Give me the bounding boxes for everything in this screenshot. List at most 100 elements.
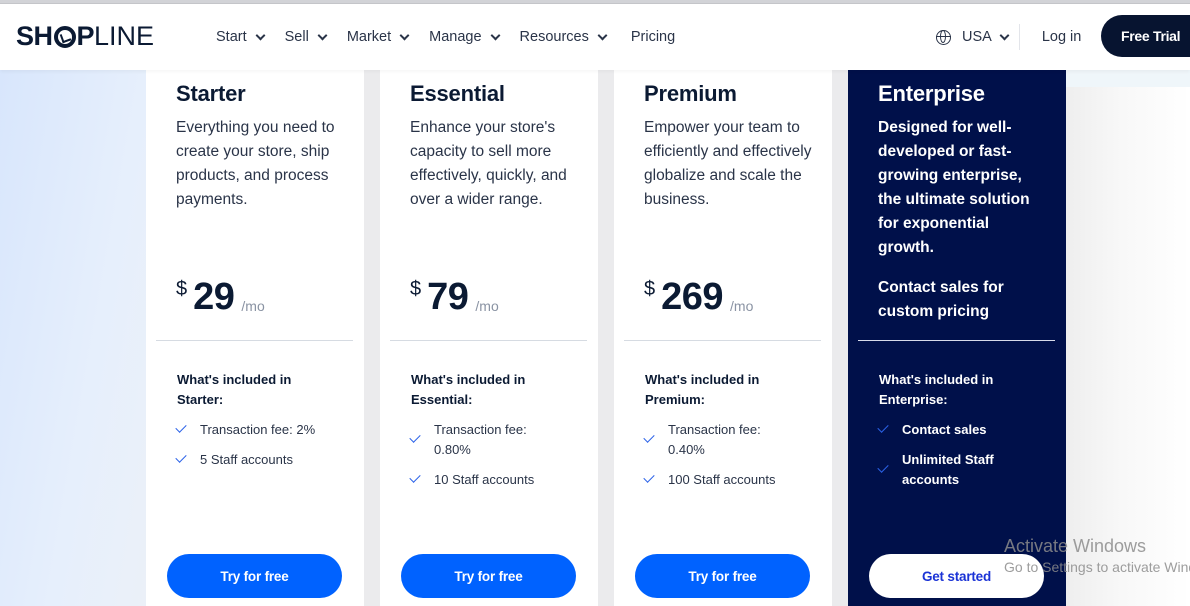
price-period: /mo [730, 298, 754, 314]
plan-description: Empower your team to efficiently and eff… [644, 119, 812, 208]
card-gap [598, 70, 614, 606]
card-gap [832, 70, 848, 606]
shopline-logo[interactable]: SH P LINE [16, 21, 154, 52]
free-trial-button[interactable]: Free Trial [1101, 15, 1190, 57]
price-currency: $ [176, 278, 188, 300]
globe-icon [936, 29, 951, 45]
contact-sales-pricing: Contact sales for custom pricing [878, 279, 1004, 320]
page-background-right-band [1066, 70, 1190, 87]
price-amount: 269 [661, 276, 724, 318]
card-divider [156, 340, 353, 341]
feature-list: Contact sales Unlimited Staff accounts [877, 420, 1058, 500]
login-link[interactable]: Log in [1042, 29, 1082, 45]
feature-text: Contact sales [902, 422, 987, 437]
page-background-right [1066, 70, 1190, 606]
nav-market-label: Market [346, 29, 392, 45]
nav-market[interactable]: Market [346, 29, 410, 45]
feature-text: Transaction fee: 2% [200, 422, 316, 437]
try-for-free-button[interactable]: Try for free [167, 554, 342, 598]
feature-text: Unlimited Staff accounts [902, 452, 994, 487]
chevron-down-icon [255, 30, 266, 40]
feature-text: Transaction fee: 0.80% [434, 422, 527, 457]
feature-text: 10 Staff accounts [434, 472, 535, 487]
nav-manage-label: Manage [429, 29, 482, 45]
nav-start[interactable]: Start [216, 29, 266, 45]
plan-card-premium: Premium Empower your team to efficiently… [614, 70, 832, 606]
card-gap [364, 70, 380, 606]
feature-item: Contact sales [877, 420, 1058, 440]
get-started-button[interactable]: Get started [869, 554, 1044, 598]
included-title: What's included in Enterprise: [879, 372, 994, 407]
feature-list: Transaction fee: 0.40% 100 Staff account… [643, 420, 824, 500]
site-header: SH P LINE Start Sell Market Manage Resourc… [0, 4, 1190, 70]
logo-text-bold: SH [16, 21, 53, 51]
check-icon [877, 461, 889, 473]
check-icon [643, 471, 655, 483]
card-divider [858, 340, 1055, 341]
chevron-down-icon [317, 30, 328, 40]
price-amount: 79 [427, 276, 469, 318]
check-icon [643, 431, 655, 443]
chevron-down-icon [999, 30, 1010, 40]
feature-text: 5 Staff accounts [200, 452, 293, 467]
nav-start-label: Start [216, 29, 247, 45]
card-divider [624, 340, 821, 341]
check-icon [409, 431, 421, 443]
feature-item: 100 Staff accounts [643, 470, 824, 490]
logo-text-thin: LINE [94, 21, 155, 51]
check-icon [175, 421, 187, 433]
header-divider [1018, 24, 1020, 50]
plan-name: Enterprise [878, 81, 985, 106]
feature-text: Transaction fee: 0.40% [668, 422, 761, 457]
chevron-down-icon [490, 30, 500, 40]
plan-price: $ 79 /mo [410, 275, 499, 319]
logo-text-bold-p: P [76, 21, 95, 51]
header-actions: USA Log in [936, 4, 1081, 70]
try-for-free-button[interactable]: Try for free [635, 554, 810, 598]
included-title: What's included in Premium: [645, 372, 760, 407]
price-currency: $ [410, 278, 422, 300]
price-currency: $ [644, 278, 656, 300]
feature-text: 100 Staff accounts [668, 472, 776, 487]
nav-resources[interactable]: Resources [519, 29, 608, 45]
feature-item: 5 Staff accounts [175, 450, 356, 470]
feature-item: Transaction fee: 0.40% [643, 420, 824, 460]
country-selector[interactable]: USA [936, 29, 1010, 45]
plan-name: Essential [410, 81, 505, 106]
included-title: What's included in Essential: [411, 372, 526, 407]
plan-card-enterprise: Enterprise Designed for well-developed o… [848, 70, 1066, 606]
nav-pricing-label: Pricing [630, 29, 676, 45]
price-amount: 29 [193, 276, 235, 318]
check-icon [877, 421, 889, 433]
nav-pricing[interactable]: Pricing [631, 29, 675, 45]
plan-description: Enhance your store's capacity to sell mo… [410, 119, 567, 208]
price-period: /mo [475, 298, 499, 314]
price-period: /mo [241, 298, 265, 314]
feature-list: Transaction fee: 0.80% 10 Staff accounts [409, 420, 590, 500]
included-title: What's included in Starter: [177, 372, 292, 407]
plan-price: $ 269 /mo [644, 275, 753, 319]
main-nav: Start Sell Market Manage Resources Prici… [216, 4, 696, 70]
plan-description: Designed for well-developed or fast-grow… [878, 119, 1030, 256]
nav-sell[interactable]: Sell [284, 29, 328, 45]
feature-item: Transaction fee: 2% [175, 420, 356, 440]
plan-name: Premium [644, 81, 737, 106]
nav-manage[interactable]: Manage [429, 29, 500, 45]
nav-sell-label: Sell [284, 29, 309, 45]
card-divider [390, 340, 587, 341]
country-label: USA [962, 29, 992, 45]
try-for-free-button[interactable]: Try for free [401, 554, 576, 598]
feature-list: Transaction fee: 2% 5 Staff accounts [175, 420, 356, 480]
check-icon [175, 451, 187, 463]
nav-resources-label: Resources [519, 29, 589, 45]
plan-card-essential: Essential Enhance your store's capacity … [380, 70, 598, 606]
chevron-down-icon [597, 30, 608, 40]
logo-mark-icon [53, 25, 76, 48]
feature-item: Unlimited Staff accounts [877, 450, 1058, 490]
plan-price: $ 29 /mo [176, 275, 265, 319]
feature-item: 10 Staff accounts [409, 470, 590, 490]
page-background-left [0, 70, 146, 606]
check-icon [409, 471, 421, 483]
chevron-down-icon [399, 30, 410, 40]
plan-name: Starter [176, 81, 246, 106]
